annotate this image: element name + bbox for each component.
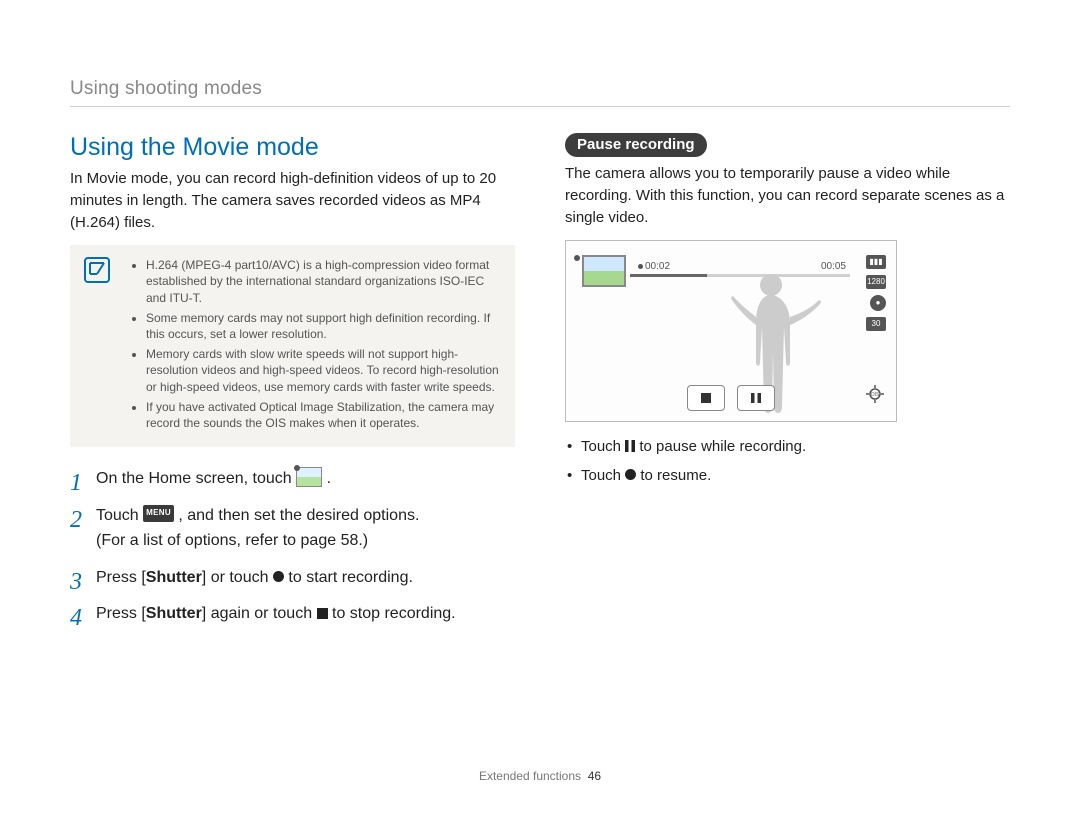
step-text: ] or touch — [202, 569, 273, 586]
note-box: H.264 (MPEG-4 part10/AVC) is a high-comp… — [70, 245, 515, 447]
step-text: ] again or touch — [202, 605, 317, 622]
page-number: 46 — [588, 769, 601, 783]
right-column: Pause recording The camera allows you to… — [565, 133, 1010, 639]
home-thumbnail-icon — [296, 467, 322, 487]
breadcrumb: Using shooting modes — [70, 78, 1010, 100]
intro-paragraph: The camera allows you to temporarily pau… — [565, 163, 1010, 228]
step-1: On the Home screen, touch . — [70, 467, 515, 492]
camera-screen-preview: 00:02 00:05 ▮▮▮ 1280 ● 30 OIS — [565, 240, 897, 422]
note-item: If you have activated Optical Image Stab… — [146, 399, 499, 431]
instruction-bullets: Touch to pause while recording. Touch to… — [565, 436, 1010, 487]
mic-icon: ● — [870, 295, 886, 311]
ois-icon: OIS — [864, 383, 886, 405]
note-item: Memory cards with slow write speeds will… — [146, 346, 499, 395]
bullet-text: Touch — [581, 467, 625, 484]
preview-thumbnail — [582, 255, 626, 287]
left-column: Using the Movie mode In Movie mode, you … — [70, 133, 515, 639]
elapsed-time: 00:02 — [638, 261, 670, 272]
intro-paragraph: In Movie mode, you can record high-defin… — [70, 168, 515, 233]
bullet-text: to resume. — [640, 467, 711, 484]
bullet-item: Touch to resume. — [565, 465, 1010, 488]
record-indicator-icon — [574, 255, 580, 261]
step-text: Press [ — [96, 569, 146, 586]
resolution-icon: 1280 — [866, 275, 886, 289]
note-icon — [84, 257, 110, 283]
step-2: Touch MENU , and then set the desired op… — [70, 504, 515, 554]
stop-button[interactable] — [687, 385, 725, 411]
fps-icon: 30 — [866, 317, 886, 331]
record-dot-icon — [625, 469, 636, 480]
step-subtext: (For a list of options, refer to page 58… — [96, 532, 368, 549]
record-dot-icon — [273, 571, 284, 582]
playback-controls — [687, 385, 775, 411]
step-text: Press [ — [96, 605, 146, 622]
shutter-label: Shutter — [146, 569, 202, 586]
menu-icon: MENU — [143, 505, 174, 521]
step-text: to stop recording. — [332, 605, 456, 622]
shutter-label: Shutter — [146, 605, 202, 622]
step-3: Press [Shutter] or touch to start record… — [70, 566, 515, 591]
pause-button[interactable] — [737, 385, 775, 411]
status-icons: ▮▮▮ 1280 ● 30 — [866, 255, 886, 331]
divider — [70, 106, 1010, 107]
note-list: H.264 (MPEG-4 part10/AVC) is a high-comp… — [130, 257, 499, 431]
step-text: , and then set the desired options. — [178, 507, 419, 524]
section-title: Using the Movie mode — [70, 133, 515, 162]
battery-icon: ▮▮▮ — [866, 255, 886, 269]
step-4: Press [Shutter] again or touch to stop r… — [70, 602, 515, 627]
bullet-text: to pause while recording. — [639, 438, 806, 455]
footer-section: Extended functions — [479, 769, 581, 783]
bullet-item: Touch to pause while recording. — [565, 436, 1010, 459]
svg-text:OIS: OIS — [871, 392, 880, 398]
steps-list: On the Home screen, touch . Touch MENU ,… — [70, 467, 515, 627]
page-footer: Extended functions 46 — [0, 769, 1080, 783]
subsection-pill: Pause recording — [565, 133, 707, 157]
pause-icon — [625, 440, 635, 452]
step-text: Touch — [96, 507, 143, 524]
progress-fill — [630, 274, 707, 277]
step-text: to start recording. — [288, 569, 413, 586]
bullet-text: Touch — [581, 438, 625, 455]
note-item: Some memory cards may not support high d… — [146, 310, 499, 342]
stop-square-icon — [317, 608, 328, 619]
step-text: . — [327, 470, 331, 487]
two-column-layout: Using the Movie mode In Movie mode, you … — [70, 133, 1010, 639]
step-text: On the Home screen, touch — [96, 470, 296, 487]
manual-page: Using shooting modes Using the Movie mod… — [0, 0, 1080, 815]
note-item: H.264 (MPEG-4 part10/AVC) is a high-comp… — [146, 257, 499, 306]
